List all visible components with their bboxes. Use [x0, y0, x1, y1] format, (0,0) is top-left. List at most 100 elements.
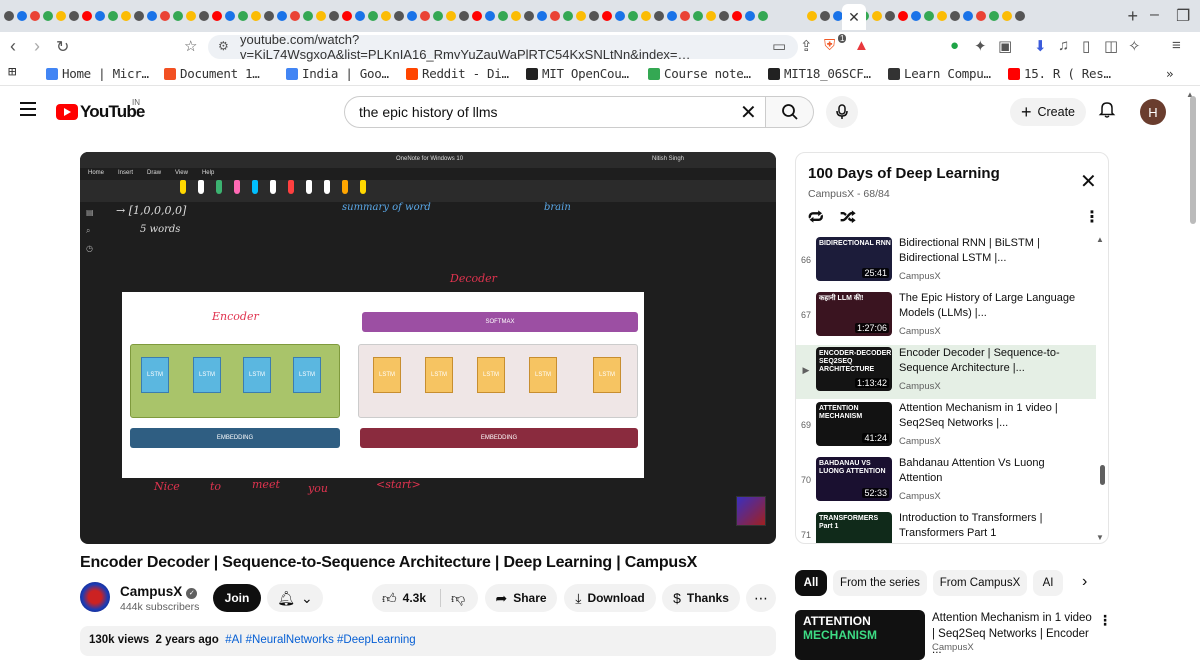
tab-favicon[interactable] [368, 11, 378, 21]
join-button[interactable]: Join [213, 584, 261, 612]
tab-favicon[interactable] [537, 11, 547, 21]
bookmark-item[interactable]: 15. R ( Res… [1008, 66, 1111, 81]
guide-menu-icon[interactable] [20, 102, 36, 116]
account-avatar[interactable]: H [1140, 99, 1166, 125]
bookmark-item[interactable]: India | Goo… [286, 66, 389, 81]
playlist-item[interactable]: 67 कहानी LLM की! 1:27:06 The Epic History o… [796, 290, 1096, 344]
tab-favicon[interactable] [950, 11, 960, 21]
tab-favicon[interactable] [602, 11, 612, 21]
tab-favicon[interactable] [121, 11, 131, 21]
dislike-icon[interactable]: 👎︎ [451, 590, 465, 607]
tab-favicon[interactable] [381, 11, 391, 21]
extensions-icon[interactable]: ✦ [974, 37, 987, 55]
chip-all[interactable]: All [795, 570, 827, 596]
close-playlist-icon[interactable]: ✕ [1080, 169, 1097, 194]
bookmark-item[interactable]: Home | Micr… [46, 66, 149, 81]
chip-from-series[interactable]: From the series [833, 570, 927, 596]
voice-search-button[interactable] [826, 96, 858, 128]
tab-favicon[interactable] [615, 11, 625, 21]
tab-favicon[interactable] [69, 11, 79, 21]
tab-favicon[interactable] [641, 11, 651, 21]
recommendation-more-icon[interactable]: ⋮ [1098, 612, 1112, 629]
tab-favicon[interactable] [989, 11, 999, 21]
tab-favicon[interactable] [745, 11, 755, 21]
tab-favicon[interactable] [911, 11, 921, 21]
cast-icon[interactable]: ▭ [772, 37, 786, 55]
tab-favicon[interactable] [1002, 11, 1012, 21]
minimize-icon[interactable]: – [1150, 6, 1159, 24]
share-page-icon[interactable]: ⇪ [800, 37, 813, 55]
playlist-item-thumbnail[interactable]: ATTENTION MECHANISM 41:24 [816, 402, 892, 446]
bookmark-item[interactable]: Reddit - Di… [406, 66, 509, 81]
tab-favicon[interactable] [4, 11, 14, 21]
tab-favicon[interactable] [872, 11, 882, 21]
tab-favicon[interactable] [82, 11, 92, 21]
tab-favicon[interactable] [550, 11, 560, 21]
tab-favicon[interactable] [238, 11, 248, 21]
tab-favicon[interactable] [290, 11, 300, 21]
tab-favicon[interactable] [316, 11, 326, 21]
playlist-item[interactable]: 71 TRANSFORMERS Part 1 1:00:05 Introduction… [796, 510, 1096, 543]
create-button[interactable]: + Create [1010, 98, 1086, 126]
tab-favicon[interactable] [524, 11, 534, 21]
tab-favicon[interactable] [329, 11, 339, 21]
site-info-icon[interactable]: ⚙ [218, 39, 229, 53]
tab-favicon[interactable] [976, 11, 986, 21]
tab-favicon[interactable] [160, 11, 170, 21]
new-tab-icon[interactable]: + [1127, 6, 1138, 27]
playlist-item-thumbnail[interactable]: TRANSFORMERS Part 1 1:00:05 [816, 512, 892, 543]
tab-favicon[interactable] [498, 11, 508, 21]
url-input[interactable]: ⚙ youtube.com/watch?v=KiL74WsgxoA&list=P… [208, 32, 798, 62]
tab-favicon[interactable] [898, 11, 908, 21]
playlist-item-thumbnail[interactable]: ENCODER-DECODER SEQ2SEQ ARCHITECTURE 1:13… [816, 347, 892, 391]
more-actions-button[interactable]: ⋯ [746, 584, 776, 612]
wallet-icon[interactable]: ◫ [1104, 37, 1118, 55]
sidebar-icon[interactable]: ▯ [1082, 37, 1090, 55]
bookmark-star-icon[interactable]: ☆ [184, 37, 197, 55]
playlist-item-thumbnail[interactable]: BAHDANAU VS LUONG ATTENTION 52:33 [816, 457, 892, 501]
tab-favicon[interactable] [719, 11, 729, 21]
playlist-scroll-up-icon[interactable]: ▲ [1096, 235, 1104, 244]
tab-favicon[interactable] [134, 11, 144, 21]
tab-favicon[interactable] [420, 11, 430, 21]
bookmark-item[interactable]: MIT18_06SCF… [768, 66, 871, 81]
tab-favicon[interactable] [963, 11, 973, 21]
playlist-scrollbar[interactable] [1100, 465, 1105, 485]
tab-favicon[interactable] [511, 11, 521, 21]
tab-favicon[interactable] [820, 11, 830, 21]
tab-favicon[interactable] [667, 11, 677, 21]
search-input[interactable]: the epic history of llms [344, 96, 766, 128]
playlist-scroll-down-icon[interactable]: ▼ [1096, 533, 1104, 542]
tab-favicon[interactable] [394, 11, 404, 21]
tab-favicon[interactable] [303, 11, 313, 21]
bookmark-item[interactable]: Document 1… [164, 66, 260, 81]
recommendation-thumbnail[interactable]: ATTENTION MECHANISM [795, 610, 925, 660]
chips-next-icon[interactable]: › [1082, 573, 1087, 591]
channel-name-row[interactable]: CampusX ✓ [120, 584, 198, 599]
search-button[interactable] [766, 96, 814, 128]
thanks-button[interactable]: $ Thanks [662, 584, 740, 612]
chip-from-campusx[interactable]: From CampusX [933, 570, 1027, 596]
tab-favicon[interactable] [576, 11, 586, 21]
tab-favicon[interactable] [186, 11, 196, 21]
tab-favicon[interactable] [108, 11, 118, 21]
tab-favicon[interactable] [485, 11, 495, 21]
tab-favicon[interactable] [459, 11, 469, 21]
tab-favicon[interactable] [446, 11, 456, 21]
bookmarks-overflow-icon[interactable]: » [1166, 66, 1174, 81]
tab-favicon[interactable] [732, 11, 742, 21]
tab-favicon[interactable] [342, 11, 352, 21]
like-count[interactable]: 4.3k [403, 591, 426, 605]
tab-favicon[interactable] [937, 11, 947, 21]
youtube-logo[interactable]: YouTube IN [56, 98, 145, 122]
leo-icon[interactable]: ✧ [1128, 37, 1141, 55]
tab-favicon[interactable] [924, 11, 934, 21]
tab-search-icon[interactable]: ▣ [998, 37, 1012, 55]
tab-favicon[interactable] [407, 11, 417, 21]
channel-avatar[interactable] [80, 582, 110, 612]
tab-favicon[interactable] [706, 11, 716, 21]
tab-favicon[interactable] [56, 11, 66, 21]
brave-shield-icon[interactable]: ⛨ [824, 37, 835, 54]
media-icon[interactable]: ♫ [1058, 37, 1069, 54]
tab-favicon[interactable] [563, 11, 573, 21]
